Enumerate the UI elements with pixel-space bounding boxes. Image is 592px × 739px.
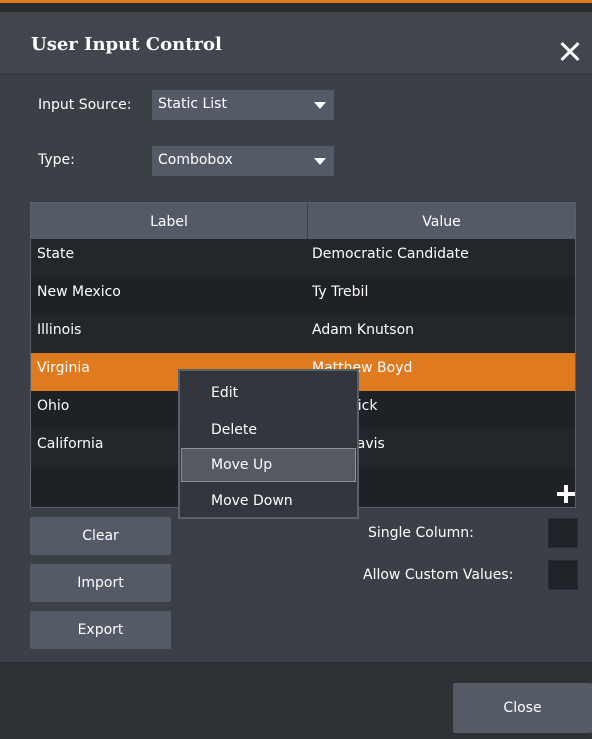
single-column-label: Single Column: xyxy=(368,525,474,541)
menu-item-edit[interactable]: Edit xyxy=(181,376,356,410)
import-button[interactable]: Import xyxy=(30,564,171,602)
table-cell-value: Ty Trebil xyxy=(312,284,369,300)
table-row[interactable]: Illinois Adam Knutson xyxy=(31,315,575,353)
table-cell-label: California xyxy=(37,436,104,452)
export-button[interactable]: Export xyxy=(30,611,171,649)
context-menu: Edit Delete Move Up Move Down xyxy=(178,369,359,519)
table-cell-label: Illinois xyxy=(37,322,82,338)
allow-custom-values-label: Allow Custom Values: xyxy=(363,567,514,583)
plus-icon[interactable] xyxy=(557,485,575,503)
chevron-down-icon xyxy=(314,158,326,165)
single-column-checkbox[interactable] xyxy=(548,518,578,548)
window-top-bar xyxy=(0,0,592,12)
table-cell-label: New Mexico xyxy=(37,284,121,300)
table-cell-label: Ohio xyxy=(37,398,70,414)
column-header-label[interactable]: Label xyxy=(31,203,308,239)
allow-custom-values-checkbox[interactable] xyxy=(548,560,578,590)
table-header: Label Value xyxy=(31,203,575,239)
close-icon[interactable] xyxy=(556,38,584,66)
table-cell-value: Adam Knutson xyxy=(312,322,415,338)
table-cell-value: Democratic Candidate xyxy=(312,246,469,262)
dialog-title-bar: User Input Control xyxy=(0,12,592,75)
close-button[interactable]: Close xyxy=(453,683,592,733)
dialog-title: User Input Control xyxy=(31,34,222,55)
menu-item-move-up[interactable]: Move Up xyxy=(181,448,356,482)
type-value: Combobox xyxy=(158,152,233,168)
menu-item-move-down[interactable]: Move Down xyxy=(181,484,356,518)
input-source-label: Input Source: xyxy=(38,97,132,113)
clear-button[interactable]: Clear xyxy=(30,517,171,555)
table-row[interactable]: New Mexico Ty Trebil xyxy=(31,277,575,315)
accent-stripe xyxy=(0,0,592,3)
table-row[interactable]: State Democratic Candidate xyxy=(31,239,575,277)
input-source-select[interactable]: Static List xyxy=(152,90,334,120)
chevron-down-icon xyxy=(314,102,326,109)
type-select[interactable]: Combobox xyxy=(152,146,334,176)
menu-item-delete[interactable]: Delete xyxy=(181,413,356,447)
input-source-value: Static List xyxy=(158,96,227,112)
table-cell-label: State xyxy=(37,246,75,262)
type-label: Type: xyxy=(38,152,75,168)
table-cell-label: Virginia xyxy=(37,360,90,376)
column-header-value[interactable]: Value xyxy=(308,203,575,239)
